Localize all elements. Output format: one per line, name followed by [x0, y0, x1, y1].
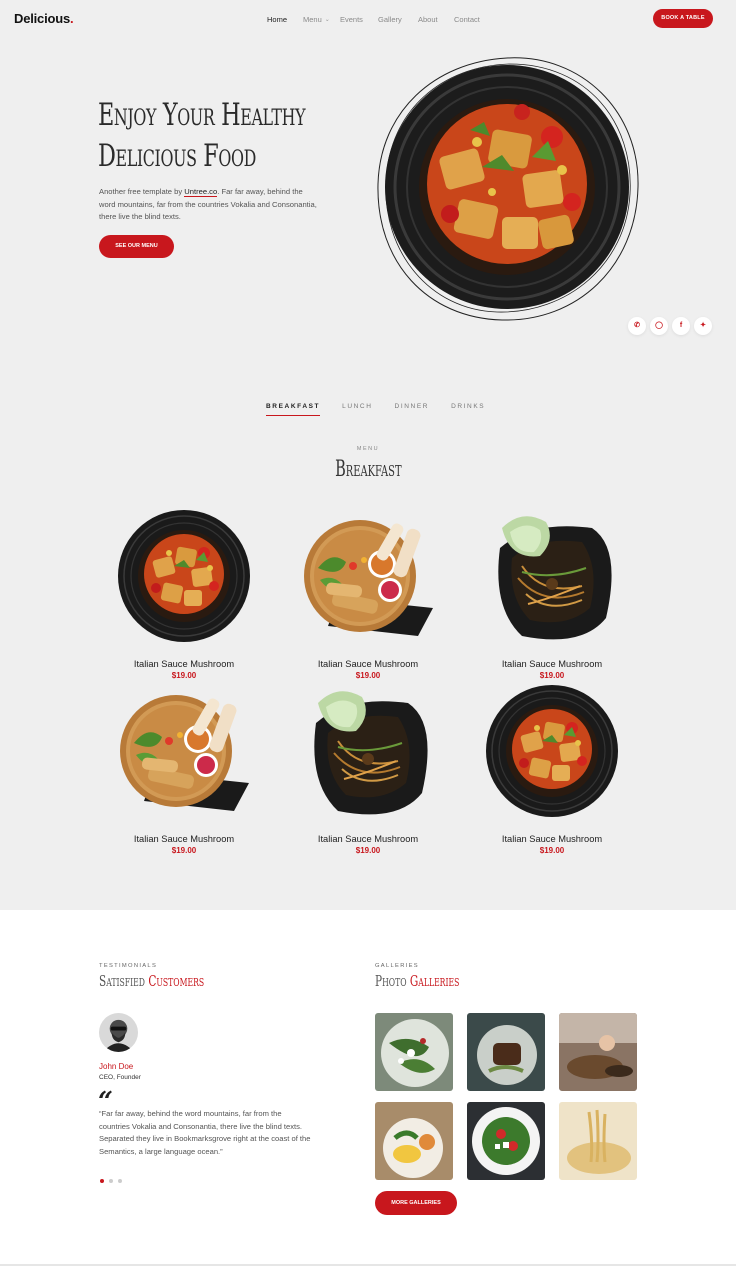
menu-tabs: BREAKFAST LUNCH DINNER DRINKS: [266, 403, 507, 416]
nav-gallery[interactable]: Gallery: [378, 15, 418, 24]
testimonials-label: TESTIMONIALS: [99, 963, 158, 969]
menu-title: Breakfast: [0, 457, 736, 482]
menu-item[interactable]: Italian Sauce Mushroom $19.00: [460, 508, 644, 680]
gallery-photo[interactable]: [467, 1102, 545, 1180]
see-menu-button[interactable]: SEE OUR MENU: [99, 235, 174, 258]
galleries-title-a: Photo: [375, 972, 407, 990]
nav-menu[interactable]: Menu ⌄: [303, 15, 340, 24]
more-galleries-button[interactable]: MORE GALLERIES: [375, 1191, 457, 1215]
gallery-photo[interactable]: [559, 1102, 637, 1180]
tab-dinner[interactable]: DINNER: [395, 403, 430, 416]
hero-dish-image: [377, 57, 639, 321]
menu-item-price: $19.00: [539, 846, 565, 855]
menu-item[interactable]: Italian Sauce Mushroom $19.00: [460, 683, 644, 855]
menu-title-text: Breakfast: [334, 457, 402, 482]
brand-dot: .: [70, 11, 74, 26]
nav-about[interactable]: About: [418, 15, 454, 24]
menu-item-name: Italian Sauce Mushroom: [133, 834, 235, 844]
menu-item-name: Italian Sauce Mushroom: [317, 834, 419, 844]
carousel-dots: [100, 1179, 122, 1183]
menu-item-name: Italian Sauce Mushroom: [317, 659, 419, 669]
testimonial-text: “Far far away, behind the word mountains…: [99, 1109, 311, 1156]
hero-description: Another free template by Untree.co. Far …: [99, 186, 317, 224]
dish-image: [120, 695, 249, 811]
tab-breakfast[interactable]: BREAKFAST: [266, 403, 321, 416]
menu-item[interactable]: Italian Sauce Mushroom $19.00: [276, 683, 460, 855]
dish-image: [485, 684, 619, 818]
menu-label: MENU: [356, 446, 380, 452]
main-nav: Home Menu ⌄ Events Gallery About Contact: [267, 15, 480, 24]
social-links: ✆ ◯ f ✦: [628, 317, 712, 335]
instagram-icon[interactable]: ◯: [650, 317, 668, 335]
dish-image: [497, 515, 613, 641]
dish-image: [117, 509, 251, 643]
dish-image: [304, 520, 433, 636]
carousel-dot[interactable]: [100, 1179, 104, 1183]
hero-text-start: Another free template by: [99, 187, 185, 196]
testimonials-title-b: Customers: [148, 972, 205, 990]
menu-item-price: $19.00: [355, 671, 381, 680]
galleries-label: GALLERIES: [375, 963, 419, 969]
carousel-dot[interactable]: [109, 1179, 113, 1183]
gallery-photo[interactable]: [467, 1013, 545, 1091]
galleries-title: Photo Galleries: [375, 972, 459, 990]
menu-item-name: Italian Sauce Mushroom: [501, 659, 603, 669]
whatsapp-icon[interactable]: ✆: [628, 317, 646, 335]
hero-title: Enjoy Your Healthy Delicious Food: [98, 95, 306, 177]
galleries-title-b: Galleries: [409, 972, 460, 990]
testimonial-role: CEO, Founder: [99, 1074, 141, 1081]
book-table-button[interactable]: BOOK A TABLE: [653, 9, 713, 28]
dish-image: [313, 690, 429, 816]
menu-item[interactable]: Italian Sauce Mushroom $19.00: [92, 683, 276, 855]
gallery-photo[interactable]: [375, 1013, 453, 1091]
untree-link[interactable]: Untree.co: [184, 187, 218, 197]
tab-drinks[interactable]: DRINKS: [451, 403, 485, 416]
menu-item-price: $19.00: [171, 671, 197, 680]
testimonial-name: John Doe: [99, 1062, 134, 1071]
nav-menu-label: Menu: [303, 15, 322, 24]
menu-item[interactable]: Italian Sauce Mushroom $19.00: [276, 508, 460, 680]
testimonials-title: Satisfied Customers: [99, 972, 204, 990]
hero-title-line2: Delicious Food: [98, 138, 257, 174]
site-header: Delicious. Home Menu ⌄ Events Gallery Abo…: [0, 0, 736, 38]
nav-home[interactable]: Home: [267, 15, 303, 24]
avatar: [99, 1013, 138, 1052]
carousel-dot[interactable]: [118, 1179, 122, 1183]
tab-lunch[interactable]: LUNCH: [342, 403, 372, 416]
menu-item-price: $19.00: [355, 846, 381, 855]
hero-title-line1: Enjoy Your Healthy: [98, 97, 306, 133]
gallery-photo[interactable]: [375, 1102, 453, 1180]
testimonials-title-a: Satisfied: [99, 972, 145, 990]
brand-logo[interactable]: Delicious.: [14, 11, 74, 26]
gallery-photo[interactable]: [559, 1013, 637, 1091]
menu-item-name: Italian Sauce Mushroom: [133, 659, 235, 669]
brand-name: Delicious: [14, 11, 70, 26]
nav-contact[interactable]: Contact: [454, 15, 480, 24]
chevron-down-icon: ⌄: [324, 17, 330, 23]
facebook-icon[interactable]: f: [672, 317, 690, 335]
nav-events[interactable]: Events: [340, 15, 378, 24]
menu-item[interactable]: Italian Sauce Mushroom $19.00: [92, 508, 276, 680]
menu-item-name: Italian Sauce Mushroom: [501, 834, 603, 844]
menu-item-price: $19.00: [539, 671, 565, 680]
twitter-icon[interactable]: ✦: [694, 317, 712, 335]
menu-item-price: $19.00: [171, 846, 197, 855]
